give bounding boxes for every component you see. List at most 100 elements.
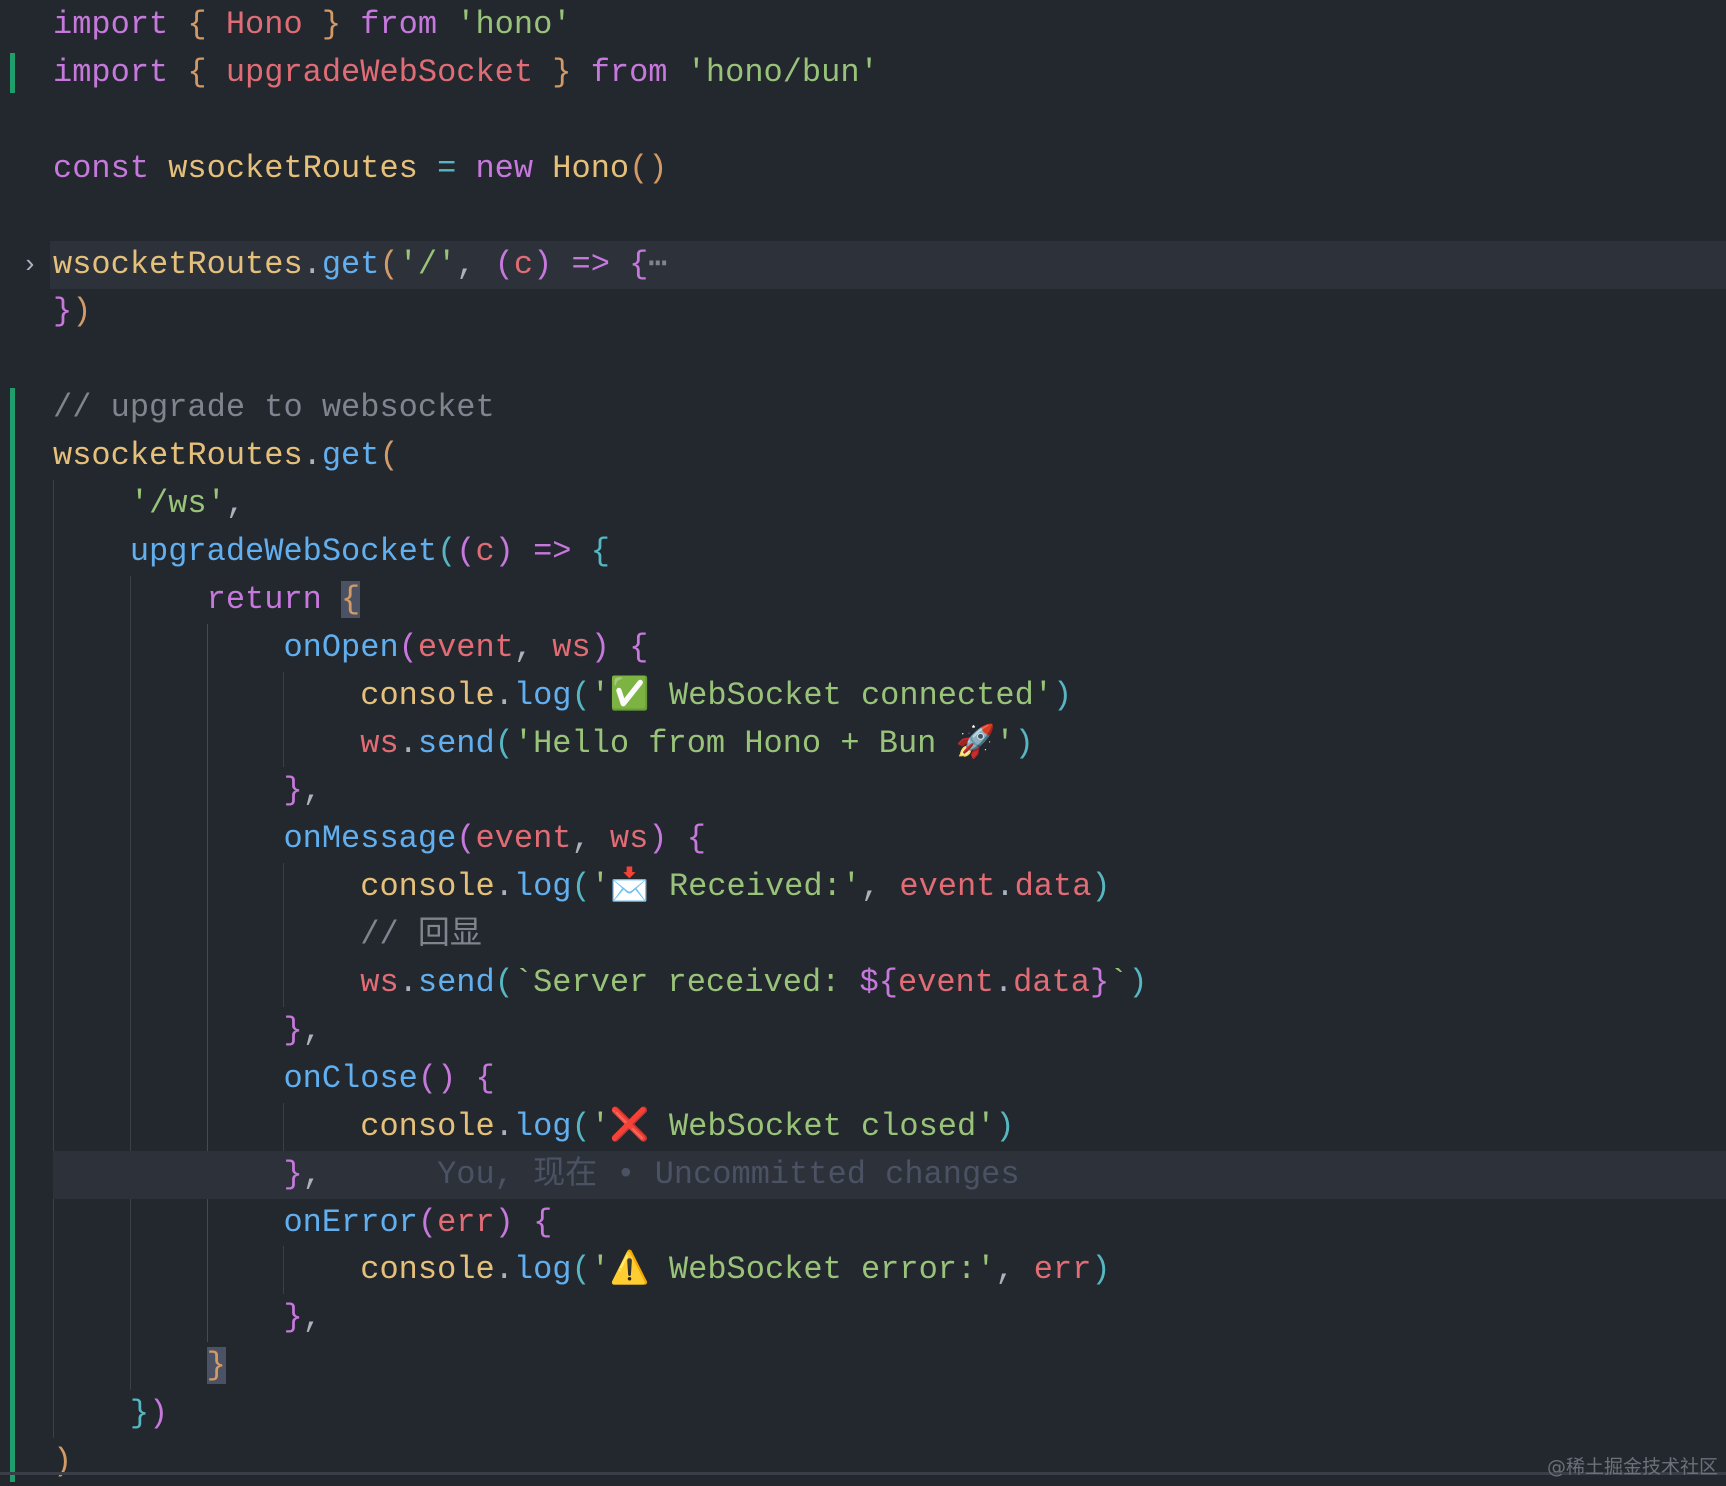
code-token: . <box>494 1107 514 1145</box>
code-line[interactable]: }, <box>0 1007 1726 1055</box>
code-token: log <box>513 868 572 906</box>
code-line[interactable]: wsocketRoutes.get( <box>0 432 1726 480</box>
code-line[interactable]: // upgrade to websocket <box>0 384 1726 432</box>
code-token: { <box>168 6 226 43</box>
code-line[interactable]: ws.send(`Server received: ${event.data}`… <box>0 959 1726 1007</box>
code-line-content: }) <box>53 288 91 336</box>
code-token: import <box>53 6 169 43</box>
code-token: ( <box>494 724 514 762</box>
code-token: ( <box>437 532 457 570</box>
code-line-content: import { upgradeWebSocket } from 'hono/b… <box>53 49 879 97</box>
code-token: } <box>283 1011 303 1049</box>
code-line[interactable]: onMessage(event, ws) { <box>0 815 1726 863</box>
code-token: ( <box>456 532 476 570</box>
code-token: wsocketRoutes <box>53 437 303 475</box>
code-token: event <box>897 964 994 1001</box>
code-token: onMessage <box>283 820 457 858</box>
code-token: ${ <box>859 964 898 1001</box>
code-token: from <box>590 53 668 91</box>
code-token: // 回显 <box>360 916 482 954</box>
code-token: { <box>629 245 649 283</box>
code-line-content: console.log('❌ WebSocket closed') <box>53 1103 1014 1151</box>
code-line[interactable]: return { <box>0 576 1726 624</box>
code-token: const <box>53 149 150 187</box>
code-token: , <box>302 1155 322 1193</box>
code-line-content: wsocketRoutes.get('/', (c) => {⋯ <box>53 241 668 289</box>
code-token: ) <box>590 628 610 666</box>
code-token: , <box>995 1251 1034 1289</box>
code-token: '/' <box>398 245 457 283</box>
code-token: wsocketRoutes <box>168 149 418 187</box>
code-token: ) <box>1091 1251 1111 1289</box>
code-line-content: }, <box>53 1007 322 1055</box>
code-token: ) <box>1128 964 1148 1001</box>
code-token: event <box>417 628 514 666</box>
code-line[interactable]: ) <box>0 1438 1726 1486</box>
code-line[interactable]: } <box>0 1342 1726 1390</box>
code-line[interactable] <box>0 336 1726 384</box>
code-line-content: // 回显 <box>53 911 482 959</box>
code-token: } <box>129 1395 150 1433</box>
code-line-content: onError(err) { <box>53 1199 552 1247</box>
code-token: ) <box>494 1203 514 1241</box>
code-token: . <box>302 437 322 475</box>
code-token: ` <box>1109 964 1129 1001</box>
code-line[interactable]: onClose() { <box>0 1055 1726 1103</box>
code-token: . <box>995 868 1015 906</box>
code-token: Hono <box>552 149 630 187</box>
code-line-content: ) <box>53 1438 72 1486</box>
code-line[interactable]: }) <box>0 288 1726 336</box>
code-line[interactable]: console.log('✅ WebSocket connected') <box>0 672 1726 720</box>
editor-bottom-border <box>0 1472 1726 1475</box>
code-token: , <box>302 1011 322 1049</box>
code-line[interactable]: '/ws', <box>0 480 1726 528</box>
code-token: } <box>283 1155 303 1193</box>
code-line[interactable]: import { upgradeWebSocket } from 'hono/b… <box>0 49 1726 97</box>
code-token: ws <box>552 628 591 666</box>
code-line[interactable]: }, You, 现在 • Uncommitted changes <box>53 1150 1726 1199</box>
code-line[interactable]: console.log('📩 Received:', event.data) <box>0 863 1726 911</box>
code-line[interactable]: const wsocketRoutes = new Hono() <box>0 145 1726 193</box>
code-line[interactable]: ws.send('Hello from Hono + Bun 🚀') <box>0 720 1726 768</box>
code-line[interactable]: upgradeWebSocket((c) => { <box>0 528 1726 576</box>
code-editor[interactable]: import { Hono } from 'hono' import { upgr… <box>0 0 1726 1482</box>
code-line[interactable]: onError(err) { <box>0 1199 1726 1247</box>
code-line[interactable] <box>0 193 1726 241</box>
code-line-content: }, <box>53 1294 322 1342</box>
code-token: c <box>513 245 534 283</box>
code-token: . <box>494 1251 514 1289</box>
code-token: upgradeWebSocket <box>225 53 534 91</box>
fold-chevron-icon[interactable]: › <box>22 241 38 289</box>
code-token: ws <box>360 724 399 762</box>
code-line[interactable]: }, <box>0 1294 1726 1342</box>
code-line-content: ws.send('Hello from Hono + Bun 🚀') <box>53 720 1034 768</box>
code-line[interactable] <box>0 97 1726 145</box>
fold-ellipsis-icon[interactable]: ⋯ <box>648 246 667 283</box>
code-token: err <box>437 1203 495 1241</box>
code-token: '❌ WebSocket closed' <box>590 1107 996 1145</box>
code-line[interactable]: console.log('❌ WebSocket closed') <box>0 1103 1726 1151</box>
code-token: . <box>494 868 514 906</box>
code-line[interactable]: // 回显 <box>0 911 1726 959</box>
code-line-content: ws.send(`Server received: ${event.data}`… <box>53 959 1148 1007</box>
code-line[interactable]: }, <box>0 767 1726 815</box>
code-token: ( <box>494 964 514 1001</box>
code-line[interactable]: import { Hono } from 'hono' <box>0 1 1726 49</box>
code-token: import <box>53 53 169 91</box>
code-token: , <box>302 1299 322 1337</box>
code-token: console <box>360 1107 495 1145</box>
code-line[interactable]: }) <box>0 1390 1726 1438</box>
code-token: } <box>283 772 303 810</box>
code-line[interactable]: console.log('⚠️ WebSocket error:', err) <box>0 1246 1726 1294</box>
code-token: , <box>456 245 495 283</box>
code-token: event <box>475 820 572 858</box>
code-line[interactable]: wsocketRoutes.get('/', (c) => {⋯ <box>50 240 1726 289</box>
code-line[interactable]: onOpen(event, ws) { <box>0 624 1726 672</box>
